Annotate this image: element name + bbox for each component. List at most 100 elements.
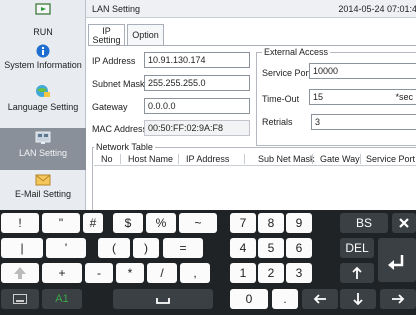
key-percent[interactable]: % [146, 213, 176, 233]
service-port-field[interactable]: 10000 [309, 63, 416, 79]
key-0[interactable]: 0 [230, 289, 268, 309]
key-tilde[interactable]: ~ [179, 213, 217, 233]
sidebar-item-language-setting[interactable]: Language Setting [0, 82, 86, 126]
close-keyboard-key[interactable] [392, 213, 416, 233]
shift-key[interactable] [1, 263, 39, 283]
mac-address-label: MAC Address [92, 124, 148, 134]
space-icon [156, 298, 170, 304]
enter-icon [388, 255, 404, 270]
space-key[interactable] [113, 289, 213, 309]
tab-option[interactable]: Option [127, 24, 164, 46]
sidebar-item-run[interactable]: RUN [0, 20, 86, 42]
input-mode-key[interactable]: A1 [42, 289, 82, 309]
arrow-up-key[interactable] [340, 263, 374, 283]
key-4[interactable]: 4 [230, 238, 256, 258]
arrow-left-icon [313, 294, 326, 304]
column-divider [178, 154, 179, 164]
arrow-right-icon [392, 294, 405, 304]
key-9[interactable]: 9 [286, 213, 312, 233]
datetime-display: 2014-05-24 07:01:45 [338, 4, 416, 14]
key-exclamation[interactable]: ! [1, 213, 39, 233]
backspace-key[interactable]: BS [340, 213, 388, 233]
column-divider [360, 154, 361, 164]
column-header: IP Address [186, 154, 230, 164]
timeout-unit: *sec [395, 92, 413, 102]
sidebar-item-email-setting[interactable]: E-Mail Setting [0, 171, 86, 210]
mac-address-field: 00:50:FF:02:9A:F8 [144, 120, 250, 136]
timeout-label: Time-Out [262, 94, 300, 104]
sidebar-item-system-information[interactable]: System Information [0, 42, 86, 82]
column-header: Sub Net Mask [258, 154, 315, 164]
sidebar-item-label: LAN Setting [18, 148, 68, 158]
key-close-paren[interactable]: ) [133, 238, 159, 258]
key-5[interactable]: 5 [258, 238, 284, 258]
tab-label: Option [132, 30, 159, 40]
key-open-paren[interactable]: ( [98, 238, 130, 258]
gateway-field[interactable]: 0.0.0.0 [144, 98, 250, 114]
on-screen-keyboard: ! " # $ % ~ 7 8 9 BS | ' ( ) = 4 5 6 DEL… [0, 210, 416, 315]
timeout-field[interactable]: 15 *sec [309, 89, 416, 105]
shift-arrow-icon [14, 267, 26, 279]
sidebar-item-label: System Information [4, 60, 82, 70]
key-minus[interactable]: - [85, 263, 113, 283]
column-divider [244, 154, 245, 164]
arrow-left-key[interactable] [302, 289, 338, 309]
retrials-field[interactable]: 3 [311, 114, 416, 130]
sidebar-item-label: E-Mail Setting [14, 189, 72, 199]
key-1[interactable]: 1 [230, 263, 256, 283]
key-7[interactable]: 7 [230, 213, 256, 233]
monitor-icon [35, 3, 51, 15]
network-table-title: Network Table [94, 142, 155, 152]
key-6[interactable]: 6 [286, 238, 312, 258]
timeout-value: 15 [313, 92, 324, 102]
key-dollar[interactable]: $ [113, 213, 143, 233]
email-icon [35, 174, 51, 186]
gateway-label: Gateway [92, 102, 128, 112]
arrow-up-icon [352, 266, 362, 279]
column-divider [312, 154, 313, 164]
keyboard-icon [13, 294, 27, 304]
lan-icon [35, 131, 51, 144]
arrow-down-icon [353, 293, 363, 306]
ip-address-field[interactable]: 10.91.130.174 [144, 52, 250, 68]
key-asterisk[interactable]: * [116, 263, 144, 283]
key-double-quote[interactable]: " [42, 213, 80, 233]
key-equals[interactable]: = [163, 238, 203, 258]
arrow-right-key[interactable] [380, 289, 416, 309]
sidebar-item-top[interactable] [0, 0, 86, 20]
external-access-title: External Access [262, 47, 331, 57]
tab-ip-setting[interactable]: IP Setting [88, 24, 125, 46]
sidebar-item-lan-setting[interactable]: LAN Setting [0, 128, 86, 170]
key-8[interactable]: 8 [258, 213, 284, 233]
keyboard-layout-key[interactable] [1, 289, 39, 309]
key-3[interactable]: 3 [286, 263, 312, 283]
key-plus[interactable]: + [42, 263, 82, 283]
column-header: No [101, 154, 113, 164]
key-comma[interactable]: , [180, 263, 210, 283]
key-slash[interactable]: / [147, 263, 177, 283]
key-2[interactable]: 2 [258, 263, 284, 283]
tab-label: IP Setting [92, 26, 121, 45]
close-icon [399, 218, 409, 228]
sidebar-item-label: Language Setting [7, 102, 79, 112]
column-divider [120, 154, 121, 164]
key-apostrophe[interactable]: ' [46, 238, 86, 258]
key-hash[interactable]: # [83, 213, 103, 233]
key-period[interactable]: . [272, 289, 298, 309]
page-title: LAN Setting [92, 4, 141, 14]
arrow-down-key[interactable] [340, 289, 376, 309]
sidebar: RUN System Information Language Setting … [0, 0, 86, 210]
language-icon [36, 85, 50, 97]
subnet-mask-field[interactable]: 255.255.255.0 [144, 75, 250, 91]
enter-key[interactable] [378, 238, 416, 282]
ip-address-label: IP Address [92, 56, 136, 66]
retrials-label: Retrials [262, 117, 293, 127]
delete-key[interactable]: DEL [340, 238, 374, 258]
column-header: Service Port [366, 154, 416, 164]
network-table-header: No Host Name IP Address Sub Net Mask Gat… [94, 152, 416, 166]
column-header: Host Name [128, 154, 174, 164]
subnet-mask-label: Subnet Mask [92, 79, 145, 89]
title-bar: LAN Setting 2014-05-24 07:01:45 [86, 0, 416, 18]
column-header: Gate Way [320, 154, 360, 164]
key-pipe[interactable]: | [1, 238, 43, 258]
